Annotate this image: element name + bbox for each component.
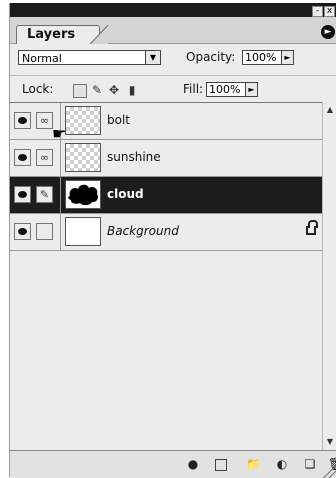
close-icon[interactable]: x [324,6,335,17]
add-mask-icon[interactable] [215,459,227,471]
layers-scrollbar[interactable]: ▲ ▼ [322,102,336,450]
fill-input[interactable]: 100% [206,82,246,97]
blend-opacity-row: Normal ▼ Opacity: 100% ► [10,44,336,74]
layer-thumbnail[interactable] [65,180,101,209]
layer-thumbnail[interactable] [65,143,101,172]
hand-cursor-icon: ☛ [52,124,67,143]
lock-all-icon[interactable]: ▮ [125,83,139,97]
link-chain-icon[interactable]: ∞ [36,112,53,129]
opacity-input[interactable]: 100% [242,50,282,65]
layer-thumbnail[interactable] [65,217,101,246]
tab-layers-label: Layers [27,27,76,42]
visibility-eye-icon[interactable] [14,149,31,166]
visibility-eye-icon[interactable] [14,223,31,240]
cloud-shape-icon [68,184,99,206]
lock-transparent-icon[interactable] [73,84,87,98]
visibility-eye-icon[interactable] [14,186,31,203]
lock-label: Lock: [22,82,54,96]
link-chain-icon[interactable]: ∞ [36,149,53,166]
layer-row-cloud[interactable]: ✎ cloud [10,177,322,214]
layer-name[interactable]: sunshine [107,150,161,164]
tab-edge [90,25,108,44]
layer-name[interactable]: Background [107,224,179,238]
layer-thumbnail[interactable] [65,106,101,135]
new-adjustment-layer-icon[interactable]: ◐ [275,457,289,471]
opacity-value: 100% [245,51,277,64]
layers-list: ∞ bolt ∞ sunshine ✎ cloud Background [10,102,322,451]
new-set-icon[interactable]: 📁 [246,457,261,471]
minimize-icon[interactable]: - [312,6,323,17]
tab-row: Layers ► [10,17,336,44]
scroll-down-arrow-icon[interactable]: ▼ [325,436,335,448]
lock-icon [306,220,318,235]
panel-menu-icon[interactable]: ► [321,25,335,39]
empty-link-slot[interactable] [36,223,53,240]
layer-name[interactable]: cloud [107,187,144,201]
tab-layers[interactable]: Layers [16,25,100,44]
chevron-down-icon[interactable]: ▼ [145,51,160,64]
lock-position-icon[interactable]: ✥ [107,83,121,97]
new-layer-icon[interactable]: ❏ [303,457,317,471]
fill-value: 100% [209,83,241,96]
panel-title-bar[interactable]: - x [10,3,336,17]
brush-icon[interactable]: ✎ [36,186,53,203]
row-divider [60,214,61,250]
opacity-label: Opacity: [186,50,236,64]
row-divider [60,177,61,213]
layers-bottom-toolbar: ● 📁 ◐ ❏ 🗑 [10,450,336,478]
layer-name[interactable]: bolt [107,113,130,127]
fill-stepper-icon[interactable]: ► [246,82,258,97]
opacity-stepper-icon[interactable]: ► [282,50,294,65]
fill-label: Fill: [183,82,204,96]
scroll-up-arrow-icon[interactable]: ▲ [325,104,335,116]
blend-mode-select[interactable]: Normal ▼ [18,50,161,65]
layers-panel: - x Layers ► Normal ▼ Opacity: 100% ► Lo… [9,3,336,478]
blend-mode-value: Normal [22,52,62,65]
lock-image-icon[interactable]: ✎ [90,83,104,97]
layer-row-background[interactable]: Background [10,214,322,251]
visibility-eye-icon[interactable] [14,112,31,129]
resize-grip-icon[interactable] [321,462,336,478]
add-layer-style-icon[interactable]: ● [186,457,200,471]
